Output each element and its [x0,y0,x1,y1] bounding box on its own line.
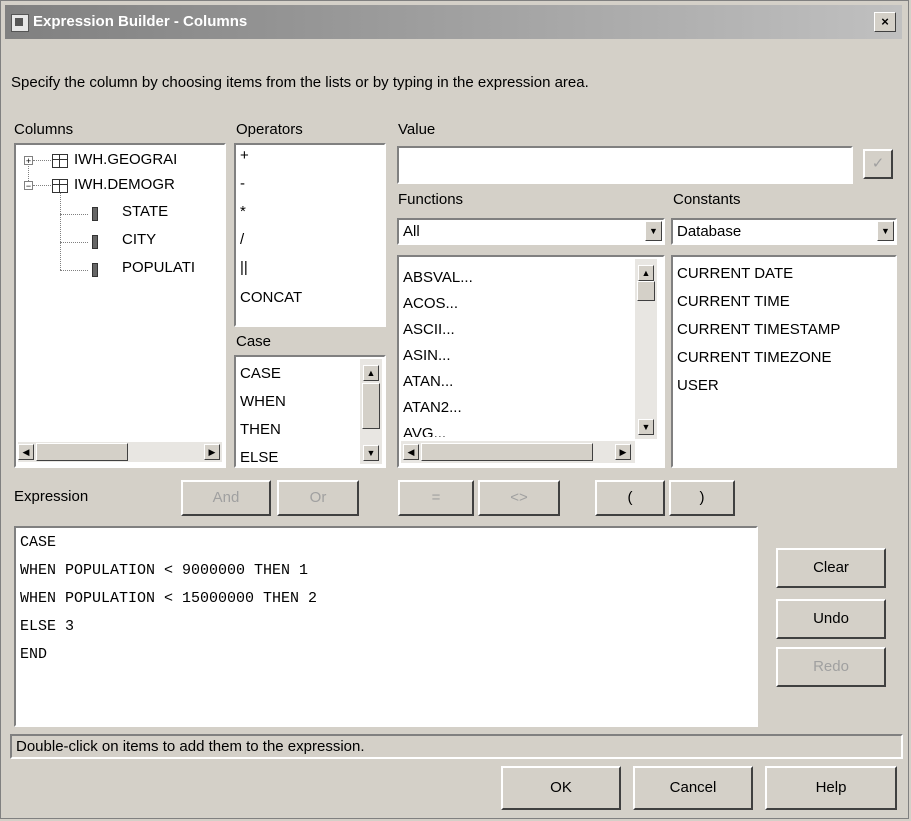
equals-button[interactable]: = [398,480,474,516]
close-paren-button[interactable]: ) [669,480,735,516]
columns-tree[interactable]: + IWH.GEOGRAI − IWH.DEMOGR STATE CITY PO… [14,143,226,468]
value-input[interactable] [397,146,853,184]
expression-line: END [20,646,48,663]
columns-label: Columns [14,121,74,138]
operators-list[interactable]: + - * / || CONCAT [234,143,386,327]
constants-selected: Database [677,223,742,240]
column-icon [92,207,98,221]
title-bar: Expression Builder - Columns × [5,5,902,39]
scroll-thumb[interactable] [421,443,593,461]
list-item[interactable]: CONCAT [240,289,302,306]
expression-line: ELSE 3 [20,618,75,635]
constants-list[interactable]: CURRENT DATE CURRENT TIME CURRENT TIMEST… [671,255,897,468]
instructions-text: Specify the column by choosing items fro… [11,74,589,91]
list-item[interactable]: - [240,175,245,192]
list-item[interactable]: + [240,147,249,164]
arrow-down-icon[interactable]: ▼ [363,445,379,461]
arrow-up-icon[interactable]: ▲ [363,365,379,381]
list-item[interactable]: WHEN [240,393,286,410]
chevron-down-icon[interactable]: ▼ [877,221,894,241]
functions-hscrollbar[interactable]: ◀ ▶ [401,441,635,463]
arrow-right-icon[interactable]: ▶ [615,444,631,460]
status-text: Double-click on items to add them to the… [16,738,365,755]
column-icon [92,235,98,249]
cancel-button[interactable]: Cancel [633,766,753,810]
window-title: Expression Builder - Columns [33,13,248,30]
app-icon [11,14,29,32]
table-icon [52,154,68,168]
expression-textarea[interactable]: CASE WHEN POPULATION < 9000000 THEN 1 WH… [14,526,758,727]
list-item[interactable]: ELSE [240,449,278,466]
undo-button[interactable]: Undo [776,599,886,639]
columns-hscrollbar[interactable]: ◀ ▶ [18,442,222,462]
open-paren-button[interactable]: ( [595,480,665,516]
constants-dropdown[interactable]: Database ▼ [671,218,897,245]
list-item[interactable]: CURRENT TIMEZONE [677,349,831,366]
list-item[interactable]: CURRENT TIME [677,293,790,310]
not-equal-button[interactable]: <> [478,480,560,516]
arrow-down-icon[interactable]: ▼ [638,419,654,435]
arrow-left-icon[interactable]: ◀ [403,444,419,460]
constants-label: Constants [673,191,741,208]
case-label: Case [236,333,272,350]
arrow-left-icon[interactable]: ◀ [18,444,34,460]
tree-table-item[interactable]: IWH.DEMOGR [74,176,175,193]
expand-icon[interactable]: + [24,156,33,166]
expression-builder-window: Expression Builder - Columns × Specify t… [0,0,909,819]
list-item[interactable]: ATAN2... [403,399,462,416]
scroll-thumb[interactable] [36,443,128,461]
and-button[interactable]: And [181,480,271,516]
expression-line: WHEN POPULATION < 9000000 THEN 1 [20,562,309,579]
list-item[interactable]: AVG... [403,425,446,437]
expression-line: CASE [20,534,57,551]
close-button[interactable]: × [874,12,896,32]
value-label: Value [398,121,436,138]
ok-button[interactable]: OK [501,766,621,810]
expression-label: Expression [14,488,89,505]
case-vscrollbar[interactable]: ▲ ▼ [360,359,382,464]
arrow-right-icon[interactable]: ▶ [204,444,220,460]
check-icon[interactable]: ✓ [863,149,893,179]
or-button[interactable]: Or [277,480,359,516]
clear-button[interactable]: Clear [776,548,886,588]
tree-table-item[interactable]: IWH.GEOGRAI [74,151,177,168]
functions-selected: All [403,223,420,240]
list-item[interactable]: USER [677,377,719,394]
help-button[interactable]: Help [765,766,897,810]
functions-dropdown[interactable]: All ▼ [397,218,665,245]
list-item[interactable]: ASCII... [403,321,455,338]
case-list[interactable]: CASE WHEN THEN ELSE ▲ ▼ [234,355,386,468]
tree-column-item[interactable]: POPULATI [122,259,195,276]
list-item[interactable]: THEN [240,421,281,438]
scroll-thumb[interactable] [637,281,655,301]
functions-list[interactable]: ABSVAL... ACOS... ASCII... ASIN... ATAN.… [397,255,665,468]
tree-column-item[interactable]: STATE [122,203,168,220]
operators-label: Operators [236,121,303,138]
list-item[interactable]: ASIN... [403,347,451,364]
list-item[interactable]: * [240,203,246,220]
list-item[interactable]: CURRENT DATE [677,265,793,282]
expression-line: WHEN POPULATION < 15000000 THEN 2 [20,590,318,607]
arrow-up-icon[interactable]: ▲ [638,265,654,281]
list-item[interactable]: || [240,259,248,276]
list-item[interactable]: ATAN... [403,373,453,390]
functions-vscrollbar[interactable]: ▲ ▼ [635,259,657,439]
list-item[interactable]: CURRENT TIMESTAMP [677,321,840,338]
scroll-thumb[interactable] [362,383,380,429]
list-item[interactable]: / [240,231,244,248]
redo-button[interactable]: Redo [776,647,886,687]
list-item[interactable]: CASE [240,365,281,382]
list-item[interactable]: ACOS... [403,295,458,312]
list-item[interactable]: ABSVAL... [403,269,473,286]
functions-label: Functions [398,191,464,208]
status-bar: Double-click on items to add them to the… [10,734,903,759]
tree-column-item[interactable]: CITY [122,231,156,248]
collapse-icon[interactable]: − [24,181,33,191]
chevron-down-icon[interactable]: ▼ [645,221,662,241]
column-icon [92,263,98,277]
table-icon [52,179,68,193]
